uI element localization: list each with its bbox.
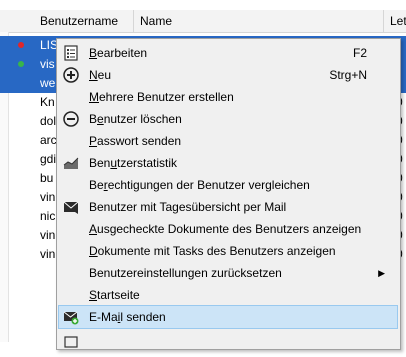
username-cell: Kn — [40, 95, 55, 109]
menu-item-label: Ausgecheckte Dokumente des Benutzers anz… — [89, 222, 362, 236]
menu-item-send-email[interactable]: E-Mail senden — [58, 305, 398, 329]
menu-item-label: Benutzereinstellungen zurücksetzen — [89, 266, 282, 280]
username-cell: vin — [40, 228, 56, 242]
remove-icon — [63, 111, 79, 127]
add-icon — [63, 67, 79, 83]
menu-item-label: Dokumente mit Tasks des Benutzers anzeig… — [89, 244, 336, 258]
edit-icon — [63, 45, 79, 61]
menu-item-shortcut: F2 — [352, 46, 367, 60]
username-cell: vin — [40, 190, 56, 204]
status-dot-icon — [18, 42, 24, 48]
menu-item-label: Benutzer löschen — [89, 112, 182, 126]
username-cell: vin — [40, 247, 56, 261]
username-cell: dol — [40, 114, 57, 128]
menu-item-label: Berechtigungen der Benutzer vergleichen — [89, 178, 310, 192]
menu-item-label: Startseite — [89, 288, 140, 302]
username-cell: vis — [40, 57, 55, 71]
menu-item-edit[interactable]: Bearbeiten F2 — [59, 42, 397, 64]
menu-item-label: Benutzer mit Tagesübersicht per Mail — [89, 200, 287, 214]
username-cell: arc — [40, 133, 57, 147]
menu-item-partially-visible[interactable] — [59, 331, 397, 353]
column-header-last[interactable]: Let — [384, 10, 406, 32]
menu-item-user-statistics[interactable]: Benutzerstatistik — [59, 152, 397, 174]
menu-item-label: Mehrere Benutzer erstellen — [89, 90, 234, 104]
menu-item-show-task-documents[interactable]: Dokumente mit Tasks des Benutzers anzeig… — [59, 240, 397, 262]
username-cell: nic — [40, 209, 56, 223]
menu-item-shortcut: Strg+N — [329, 68, 367, 82]
menu-item-user-daily-summary-mail[interactable]: Benutzer mit Tagesübersicht per Mail — [59, 196, 397, 218]
menu-item-label: Passwort senden — [89, 134, 182, 148]
menu-item-send-password[interactable]: Passwort senden — [59, 130, 397, 152]
submenu-arrow-icon: ▶ — [378, 268, 385, 278]
username-cell: bu — [40, 171, 54, 185]
menu-item-label: Benutzerstatistik — [89, 156, 178, 170]
statistics-icon — [63, 155, 79, 171]
menu-item-label: Bearbeiten — [89, 46, 148, 60]
partial-icon — [63, 334, 79, 350]
mail-summary-icon — [63, 199, 79, 215]
menu-item-compare-permissions[interactable]: Berechtigungen der Benutzer vergleichen — [59, 174, 397, 196]
column-header-name[interactable]: Name — [134, 10, 384, 32]
column-header-username[interactable]: Benutzername — [34, 10, 134, 32]
menu-item-create-multiple-users[interactable]: Mehrere Benutzer erstellen — [59, 86, 397, 108]
menu-item-new[interactable]: Neu Strg+N — [59, 64, 397, 86]
status-dot-icon — [18, 61, 24, 67]
username-cell: we — [40, 76, 56, 90]
menu-item-label: E-Mail senden — [89, 310, 166, 324]
send-mail-icon — [63, 309, 79, 325]
menu-item-delete-user[interactable]: Benutzer löschen — [59, 108, 397, 130]
menu-item-reset-user-settings[interactable]: Benutzereinstellungen zurücksetzen ▶ — [59, 262, 397, 284]
context-menu: Bearbeiten F2 Neu Strg+N Mehrere Benutze… — [56, 38, 401, 350]
username-cell: gdi — [40, 152, 57, 166]
menu-item-show-checked-out-documents[interactable]: Ausgecheckte Dokumente des Benutzers anz… — [59, 218, 397, 240]
menu-item-label: Neu — [89, 68, 112, 82]
menu-item-start-page[interactable]: Startseite — [59, 284, 397, 306]
table-header: Benutzername Name Let — [0, 10, 406, 33]
